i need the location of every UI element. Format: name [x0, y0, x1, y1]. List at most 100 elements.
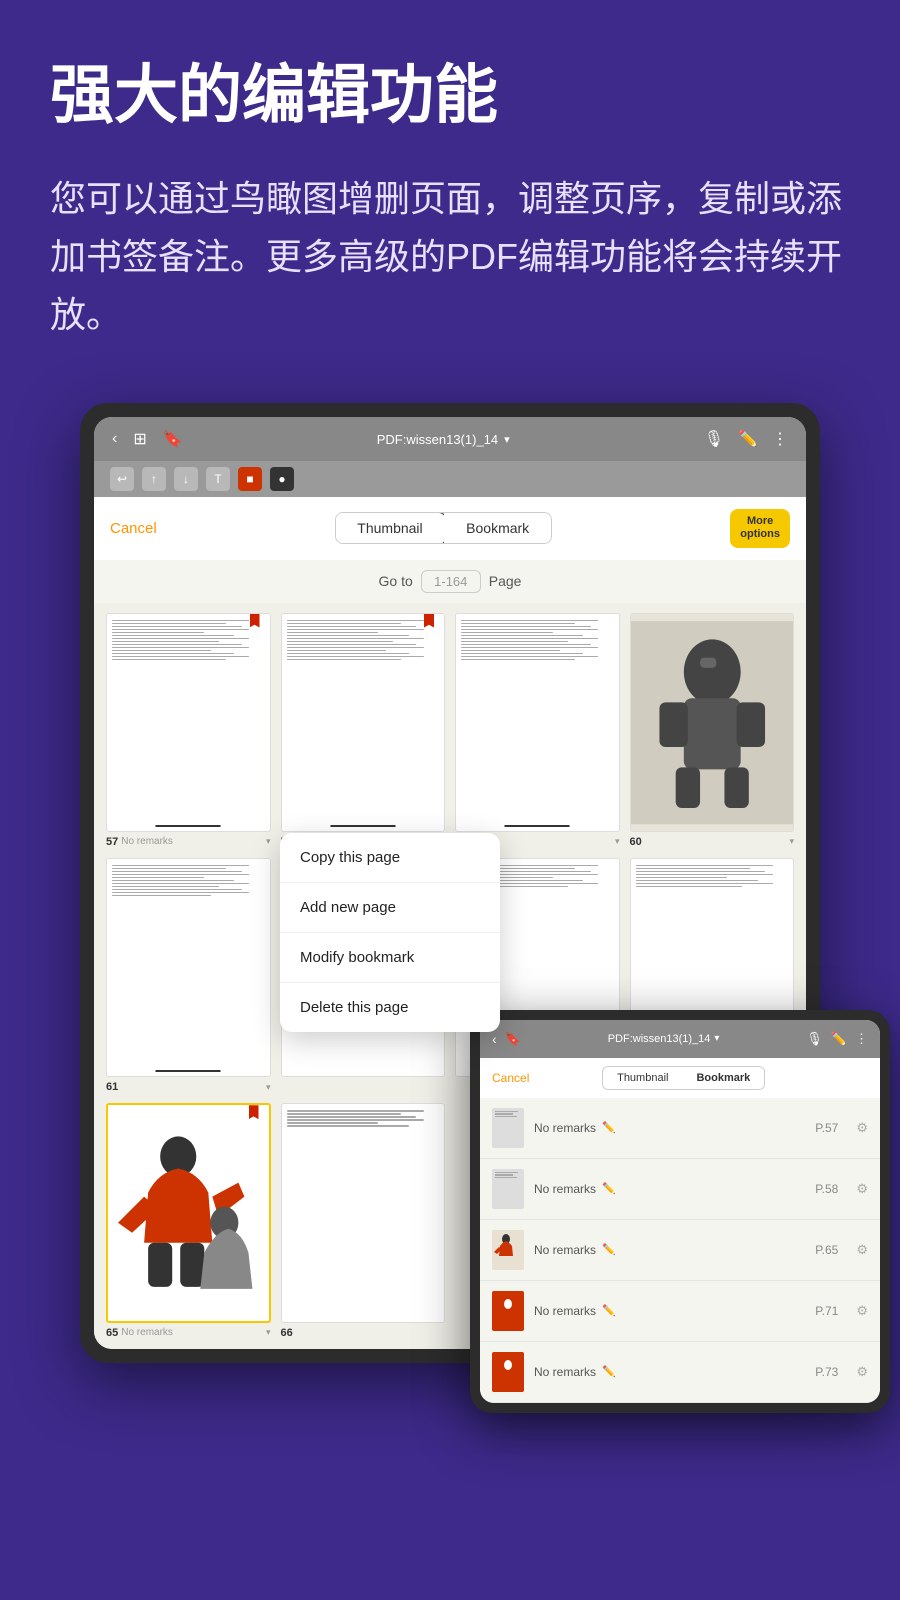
- goto-label: Go to: [379, 573, 413, 589]
- bm-edit-icon-73[interactable]: ✏️: [602, 1365, 616, 1378]
- tab-thumbnail[interactable]: Thumbnail: [335, 512, 446, 544]
- context-menu-add[interactable]: Add new page: [280, 883, 500, 933]
- sec-more-icon[interactable]: ⋮: [855, 1031, 868, 1047]
- bm-thumb-73: [492, 1352, 524, 1392]
- toolbar-up[interactable]: ↑: [142, 467, 166, 491]
- chevron-icon: ▾: [266, 1082, 271, 1093]
- bookmark-item-57[interactable]: No remarks ✏️ P.57 ⚙: [480, 1098, 880, 1159]
- bm-page-65: P.65: [815, 1243, 838, 1257]
- thumb-label-60: 60 ▾: [630, 836, 795, 848]
- pdf-header: ‹ ⊞ 🔖 PDF:wissen13(1)_14 ▾ 🎙 ✏️ ⋮: [94, 417, 806, 461]
- thumb-60[interactable]: 60 ▾: [630, 613, 795, 848]
- sec-tab-thumbnail[interactable]: Thumbnail: [603, 1067, 682, 1089]
- thumb-label-57: 57 No remarks ▾: [106, 836, 271, 848]
- toolbar-down[interactable]: ↓: [174, 467, 198, 491]
- bm-info-57: No remarks ✏️: [534, 1121, 805, 1135]
- bm-thumb-71: [492, 1291, 524, 1331]
- bookmark-list: No remarks ✏️ P.57 ⚙ N: [480, 1098, 880, 1403]
- thumb-page-66: [281, 1103, 446, 1322]
- chevron-icon: ▾: [615, 836, 620, 847]
- toolbar-undo[interactable]: ↩: [110, 467, 134, 491]
- toolbar-tool2[interactable]: ●: [270, 467, 294, 491]
- bm-gear-57[interactable]: ⚙: [856, 1120, 868, 1136]
- thumb-page-59: [455, 613, 620, 832]
- goto-input[interactable]: 1-164: [421, 570, 481, 593]
- sec-edit-icon[interactable]: ✏️: [831, 1031, 847, 1047]
- bm-thumb-57: [492, 1108, 524, 1148]
- mic-icon[interactable]: 🎙: [702, 427, 726, 451]
- cancel-button[interactable]: Cancel: [110, 520, 157, 537]
- sec-header-center: PDF:wissen13(1)_14 ▾: [608, 1033, 720, 1045]
- sec-bookmark-icon[interactable]: 🔖: [505, 1031, 521, 1047]
- sec-cancel-button[interactable]: Cancel: [492, 1071, 529, 1085]
- thumb-page-60: [630, 613, 795, 832]
- bm-page-73: P.73: [815, 1365, 838, 1379]
- goto-bar: Go to 1-164 Page: [94, 560, 806, 603]
- bm-gear-58[interactable]: ⚙: [856, 1181, 868, 1197]
- bm-info-73: No remarks ✏️: [534, 1365, 805, 1379]
- sec-mic-icon[interactable]: 🎙: [806, 1031, 823, 1047]
- bm-edit-icon-65[interactable]: ✏️: [602, 1243, 616, 1256]
- bookmark-item-65[interactable]: No remarks ✏️ P.65 ⚙: [480, 1220, 880, 1281]
- thumb-57[interactable]: 57 No remarks ▾: [106, 613, 271, 848]
- toolbar-highlight[interactable]: ■: [238, 467, 262, 491]
- toolbar-tool1[interactable]: T: [206, 467, 230, 491]
- bm-info-71: No remarks ✏️: [534, 1304, 805, 1318]
- sec-tab-bookmark[interactable]: Bookmark: [682, 1067, 764, 1089]
- tab-group: Thumbnail Bookmark: [335, 512, 552, 544]
- more-options-button[interactable]: Moreoptions: [730, 509, 790, 547]
- hero-description: 您可以通过鸟瞰图增删页面，调整页序，复制或添加书签备注。更多高级的PDF编辑功能…: [50, 170, 850, 343]
- thumb-65[interactable]: 65 No remarks ▾: [106, 1103, 271, 1338]
- device-section: ‹ ⊞ 🔖 PDF:wissen13(1)_14 ▾ 🎙 ✏️ ⋮ ↩ ↑: [0, 383, 900, 1422]
- bm-page-57: P.57: [815, 1121, 838, 1135]
- bm-edit-icon-58[interactable]: ✏️: [602, 1182, 616, 1195]
- thumb-58[interactable]: 58 No remarks ▾: [281, 613, 446, 848]
- bm-thumb-58: [492, 1169, 524, 1209]
- sec-back-icon[interactable]: ‹: [492, 1031, 497, 1047]
- bookmark-item-73[interactable]: No remarks ✏️ P.73 ⚙: [480, 1342, 880, 1403]
- more-icon[interactable]: ⋮: [770, 427, 790, 451]
- hero-title: 强大的编辑功能: [50, 60, 850, 130]
- edit-icon[interactable]: ✏️: [736, 427, 760, 451]
- context-menu-delete[interactable]: Delete this page: [280, 983, 500, 1032]
- grid-icon[interactable]: ⊞: [131, 427, 148, 451]
- thumb-page-57: [106, 613, 271, 832]
- thumb-59[interactable]: 59 ▾: [455, 613, 620, 848]
- bm-gear-65[interactable]: ⚙: [856, 1242, 868, 1258]
- thumb-66[interactable]: 66: [281, 1103, 446, 1338]
- bm-edit-icon-71[interactable]: ✏️: [602, 1304, 616, 1317]
- page-label: Page: [489, 573, 522, 589]
- context-menu-bookmark[interactable]: Modify bookmark: [280, 933, 500, 983]
- bookmark-item-58[interactable]: No remarks ✏️ P.58 ⚙: [480, 1159, 880, 1220]
- chevron-icon: ▾: [789, 836, 794, 847]
- thumb-label-65: 65 No remarks ▾: [106, 1327, 271, 1339]
- thumb-page-58: [281, 613, 446, 832]
- header-left: ‹ ⊞ 🔖: [110, 427, 185, 451]
- bm-text-65: No remarks: [534, 1243, 596, 1257]
- bm-gear-71[interactable]: ⚙: [856, 1303, 868, 1319]
- secondary-tablet-screen: ‹ 🔖 PDF:wissen13(1)_14 ▾ 🎙 ✏️ ⋮ Cancel T…: [480, 1020, 880, 1403]
- secondary-pdf-header: ‹ 🔖 PDF:wissen13(1)_14 ▾ 🎙 ✏️ ⋮: [480, 1020, 880, 1058]
- bookmark-item-71[interactable]: No remarks ✏️ P.71 ⚙: [480, 1281, 880, 1342]
- secondary-tablet: ‹ 🔖 PDF:wissen13(1)_14 ▾ 🎙 ✏️ ⋮ Cancel T…: [470, 1010, 890, 1413]
- bm-text-73: No remarks: [534, 1365, 596, 1379]
- tab-bookmark[interactable]: Bookmark: [444, 513, 551, 543]
- thumb-page-61: [106, 858, 271, 1077]
- bm-edit-icon[interactable]: ✏️: [602, 1121, 616, 1134]
- bm-text-57: No remarks: [534, 1121, 596, 1135]
- back-icon[interactable]: ‹: [110, 428, 119, 450]
- pdf-title: PDF:wissen13(1)_14: [377, 432, 498, 447]
- thumb-page-65: [106, 1103, 271, 1322]
- fighter-illustration: [108, 1105, 269, 1320]
- sec-dropdown-icon[interactable]: ▾: [714, 1033, 719, 1044]
- thumb-label-66: 66: [281, 1327, 446, 1339]
- bm-gear-73[interactable]: ⚙: [856, 1364, 868, 1380]
- dropdown-icon[interactable]: ▾: [504, 433, 510, 446]
- bm-text-58: No remarks: [534, 1182, 596, 1196]
- secondary-tab-bar: Cancel Thumbnail Bookmark: [480, 1058, 880, 1098]
- bm-page-58: P.58: [815, 1182, 838, 1196]
- context-menu-copy[interactable]: Copy this page: [280, 833, 500, 883]
- bm-thumb-65: [492, 1230, 524, 1270]
- bookmark-icon[interactable]: 🔖: [161, 427, 185, 451]
- thumb-61[interactable]: 61 ▾: [106, 858, 271, 1093]
